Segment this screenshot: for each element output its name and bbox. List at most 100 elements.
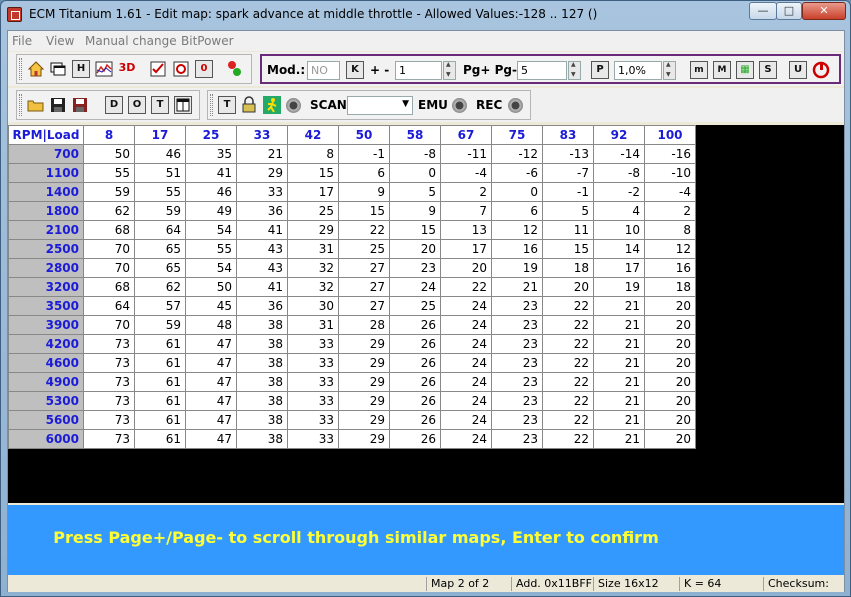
map-cell[interactable]: 19: [593, 277, 645, 297]
map-cell[interactable]: 38: [236, 372, 288, 392]
percent-spinner[interactable]: [663, 61, 676, 80]
menu-file[interactable]: File: [12, 34, 32, 48]
load-column-header[interactable]: 42: [287, 125, 339, 145]
map-cell[interactable]: 17: [593, 258, 645, 278]
map-cell[interactable]: 11: [542, 220, 594, 240]
map-cell[interactable]: 68: [83, 220, 135, 240]
map-cell[interactable]: 33: [287, 334, 339, 354]
map-cell[interactable]: 9: [338, 182, 390, 202]
map-cell[interactable]: 2: [644, 201, 696, 221]
map-cell[interactable]: 50: [185, 277, 237, 297]
map-cell[interactable]: 33: [236, 182, 288, 202]
map-cell[interactable]: 6: [338, 163, 390, 183]
rpm-row-header[interactable]: 5600: [8, 410, 84, 430]
m-lower-button[interactable]: m: [690, 61, 708, 79]
map-cell[interactable]: 31: [287, 315, 339, 335]
map-cell[interactable]: 8: [287, 144, 339, 164]
step-field[interactable]: 1: [395, 61, 442, 80]
rpm-row-header[interactable]: 4900: [8, 372, 84, 392]
home-icon[interactable]: [27, 60, 45, 78]
map-cell[interactable]: 33: [287, 353, 339, 373]
map-cell[interactable]: 14: [593, 239, 645, 259]
map-cell[interactable]: 61: [134, 410, 186, 430]
map-cell[interactable]: 29: [338, 391, 390, 411]
map-cell[interactable]: 54: [185, 220, 237, 240]
rpm-row-header[interactable]: 3200: [8, 277, 84, 297]
map-cell[interactable]: 57: [134, 296, 186, 316]
p-button[interactable]: P: [591, 61, 609, 79]
map-cell[interactable]: 32: [287, 258, 339, 278]
map-cell[interactable]: 18: [542, 258, 594, 278]
map-cell[interactable]: -8: [389, 144, 441, 164]
map-cell[interactable]: 70: [83, 315, 135, 335]
map-cell[interactable]: 26: [389, 372, 441, 392]
map-cell[interactable]: 49: [185, 201, 237, 221]
map-cell[interactable]: 2: [440, 182, 492, 202]
map-cell[interactable]: 64: [83, 296, 135, 316]
map-cell[interactable]: 61: [134, 334, 186, 354]
map-cell[interactable]: 38: [236, 391, 288, 411]
map-cell[interactable]: -14: [593, 144, 645, 164]
map-cell[interactable]: 25: [287, 201, 339, 221]
map-cell[interactable]: 15: [287, 163, 339, 183]
map-cell[interactable]: 73: [83, 391, 135, 411]
map-cell[interactable]: 22: [542, 296, 594, 316]
map-cell[interactable]: 24: [440, 334, 492, 354]
map-cell[interactable]: 23: [491, 296, 543, 316]
map-cell[interactable]: -4: [644, 182, 696, 202]
map-cell[interactable]: -16: [644, 144, 696, 164]
map-cell[interactable]: 22: [542, 410, 594, 430]
map-cell[interactable]: 24: [440, 391, 492, 411]
map-cell[interactable]: -7: [542, 163, 594, 183]
map-cell[interactable]: -4: [440, 163, 492, 183]
map-cell[interactable]: -8: [593, 163, 645, 183]
map-cell[interactable]: 13: [440, 220, 492, 240]
u-button[interactable]: U: [789, 61, 807, 79]
map-cell[interactable]: 20: [644, 410, 696, 430]
map-cell[interactable]: 45: [185, 296, 237, 316]
map-cell[interactable]: 27: [338, 258, 390, 278]
map-cell[interactable]: -11: [440, 144, 492, 164]
map-cell[interactable]: 35: [185, 144, 237, 164]
map-cell[interactable]: 26: [389, 315, 441, 335]
3d-icon[interactable]: 3D: [118, 60, 136, 78]
map-cell[interactable]: 47: [185, 429, 237, 449]
map-cell[interactable]: 17: [287, 182, 339, 202]
rpm-row-header[interactable]: 2100: [8, 220, 84, 240]
map-cell[interactable]: 21: [593, 296, 645, 316]
map-cell[interactable]: 38: [236, 429, 288, 449]
title-bar[interactable]: ECM Titanium 1.61 - Edit map: spark adva…: [1, 1, 850, 29]
menu-bitpower[interactable]: BitPower: [181, 34, 234, 48]
map-cell[interactable]: 47: [185, 391, 237, 411]
map-cell[interactable]: 26: [389, 410, 441, 430]
map-cell[interactable]: 23: [491, 315, 543, 335]
rpm-row-header[interactable]: 2500: [8, 239, 84, 259]
runner-icon[interactable]: [263, 96, 281, 114]
map-cell[interactable]: 27: [338, 277, 390, 297]
map-cell[interactable]: 73: [83, 429, 135, 449]
map-cell[interactable]: 68: [83, 277, 135, 297]
map-cell[interactable]: 22: [542, 334, 594, 354]
map-cell[interactable]: 21: [593, 429, 645, 449]
map-cell[interactable]: 27: [338, 296, 390, 316]
map-cell[interactable]: 33: [287, 429, 339, 449]
map-cell[interactable]: 33: [287, 391, 339, 411]
scan-select[interactable]: ▼: [347, 96, 413, 115]
map-cell[interactable]: 61: [134, 353, 186, 373]
rpm-row-header[interactable]: 1800: [8, 201, 84, 221]
map-cell[interactable]: 47: [185, 410, 237, 430]
map-cell[interactable]: 38: [236, 353, 288, 373]
map-cell[interactable]: 15: [389, 220, 441, 240]
map-cell[interactable]: 22: [338, 220, 390, 240]
map-cell[interactable]: 22: [542, 315, 594, 335]
map-cell[interactable]: 55: [185, 239, 237, 259]
map-cell[interactable]: 21: [593, 391, 645, 411]
map-cell[interactable]: 70: [83, 239, 135, 259]
map-cell[interactable]: 33: [287, 372, 339, 392]
map-cell[interactable]: 20: [644, 315, 696, 335]
map-cell[interactable]: 5: [389, 182, 441, 202]
map-cell[interactable]: 55: [83, 163, 135, 183]
reload-icon[interactable]: [172, 60, 190, 78]
map-cell[interactable]: 61: [134, 429, 186, 449]
map-cell[interactable]: 23: [491, 391, 543, 411]
